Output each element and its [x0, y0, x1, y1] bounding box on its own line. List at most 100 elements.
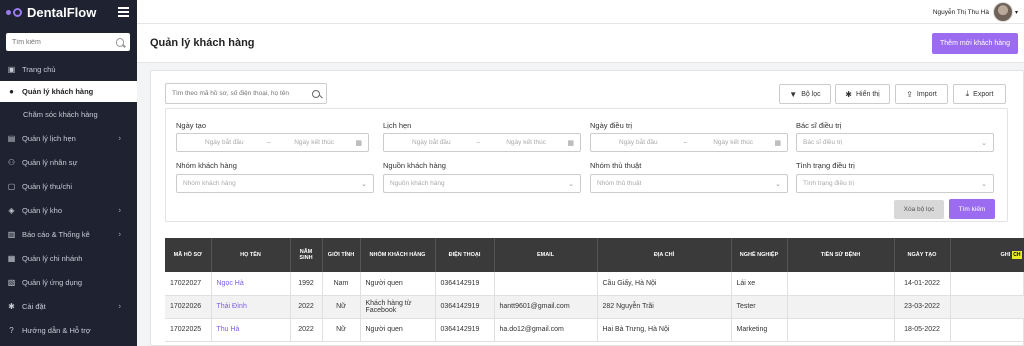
sidebar-item-lich-hen[interactable]: ▤ Quản lý lịch hẹn › — [0, 126, 137, 150]
date-start[interactable]: Ngày bắt đầu — [205, 139, 244, 146]
top-bar: Nguyễn Thị Thu Hà ▾ — [137, 0, 1024, 24]
cell-ho-ten-link[interactable]: Ngọc Hà — [211, 272, 291, 296]
user-icon: ● — [9, 87, 14, 96]
select-placeholder: Nguồn khách hàng — [390, 180, 445, 187]
calendar-icon[interactable]: ▦ — [774, 139, 781, 147]
avatar[interactable] — [992, 2, 1013, 22]
sidebar-item-quan-ly-khach-hang[interactable]: ● Quản lý khách hàng — [0, 81, 137, 102]
calendar-icon[interactable]: ▦ — [567, 139, 574, 147]
filter-label-nhom-tt: Nhóm thủ thuật — [590, 161, 642, 170]
menu-toggle-icon[interactable] — [118, 7, 129, 19]
select-tinh-trang[interactable]: Tình trạng điều trị ⌄ — [796, 174, 994, 193]
sidebar-item-chi-nhanh[interactable]: ▦ Quản lý chi nhánh — [0, 246, 137, 270]
sidebar-search-input[interactable] — [12, 38, 116, 46]
calendar-icon[interactable]: ▦ — [355, 139, 362, 147]
add-customer-button[interactable]: Thêm mới khách hàng — [932, 33, 1018, 54]
column-header[interactable]: GHI CH — [950, 238, 1024, 272]
display-button[interactable]: ✱ Hiển thị — [835, 84, 890, 104]
column-header[interactable]: NHÓM KHÁCH HÀNG — [360, 238, 436, 272]
table-row[interactable]: 17022026 Thái Đình 2022 Nữ Khách hàng từ… — [165, 295, 1024, 319]
sidebar-item-label: Quản lý ứng dụng — [22, 277, 83, 287]
cell-ghi-chu — [950, 272, 1024, 296]
filter-label-nhom-kh: Nhóm khách hàng — [176, 161, 237, 170]
search-button[interactable]: Tìm kiếm — [949, 199, 995, 219]
filter-label-tinh-trang: Tình trạng điều trị — [796, 161, 855, 170]
app-icon: ▧ — [7, 277, 16, 287]
select-nguon-kh[interactable]: Nguồn khách hàng ⌄ — [383, 174, 581, 193]
page-title: Quản lý khách hàng — [150, 37, 255, 49]
column-header[interactable]: NĂM SINH — [290, 238, 323, 272]
sidebar-item-trang-chu[interactable]: ▣ Trang chủ — [0, 57, 137, 81]
date-start[interactable]: Ngày bắt đầu — [619, 139, 658, 146]
sidebar-item-kho[interactable]: ◈ Quản lý kho › — [0, 198, 137, 222]
range-separator: – — [476, 139, 481, 146]
customer-search[interactable] — [165, 83, 327, 104]
cell-gioi-tinh: Nam — [322, 272, 361, 296]
column-header[interactable]: EMAIL — [494, 238, 598, 272]
sidebar-item-thu-chi[interactable]: ▢ Quản lý thu/chi — [0, 174, 137, 198]
select-nhom-kh[interactable]: Nhóm khách hàng ⌄ — [176, 174, 374, 193]
filter-button[interactable]: ▼ Bộ lọc — [779, 84, 831, 104]
date-range-ngay-dieu-tri[interactable]: Ngày bắt đầu – Ngày kết thúc ▦ — [590, 133, 788, 152]
column-header[interactable]: MÃ HỒ SƠ — [165, 238, 212, 272]
sidebar-item-ung-dung[interactable]: ▧ Quản lý ứng dụng — [0, 270, 137, 294]
user-name: Nguyễn Thị Thu Hà — [932, 8, 989, 16]
help-icon: ? — [9, 325, 14, 335]
column-header[interactable]: GIỚI TÍNH — [322, 238, 361, 272]
cell-dia-chi: 282 Nguyễn Trãi — [597, 295, 732, 319]
column-header[interactable]: HỌ TÊN — [211, 238, 291, 272]
chevron-down-icon[interactable]: ▾ — [1015, 9, 1018, 16]
sidebar-item-nhan-su[interactable]: ⚇ Quản lý nhân sự — [0, 150, 137, 174]
table-row[interactable]: 17022027 Ngọc Hà 1992 Nam Người quen 036… — [165, 272, 1024, 296]
app-logo[interactable]: DentalFlow — [0, 0, 137, 24]
sidebar-item-label: Trang chủ — [22, 64, 56, 74]
cell-tien-su — [787, 295, 895, 319]
reset-filter-button[interactable]: Xóa bộ lọc — [894, 200, 944, 219]
column-header[interactable]: ĐỊA CHỈ — [597, 238, 732, 272]
customer-search-input[interactable] — [172, 90, 312, 97]
cell-ngay-tao: 18-05-2022 — [894, 318, 951, 342]
cell-ma-ho-so: 17022025 — [165, 318, 212, 342]
page-header: Quản lý khách hàng Thêm mới khách hàng — [137, 24, 1024, 63]
date-end[interactable]: Ngày kết thúc — [294, 139, 334, 146]
sidebar-item-huong-dan[interactable]: ? Hướng dẫn & Hỗ trợ — [0, 318, 137, 342]
select-bac-si[interactable]: Bác sĩ điều trị ⌄ — [796, 133, 994, 152]
sidebar-item-cai-dat[interactable]: ✱ Cài đặt › — [0, 294, 137, 318]
sidebar-item-label: Quản lý lịch hẹn — [22, 133, 76, 143]
export-button[interactable]: ⤓ Export — [953, 84, 1006, 104]
wallet-icon: ▢ — [7, 181, 16, 191]
sidebar-search[interactable] — [6, 33, 130, 51]
export-icon: ⤓ — [965, 89, 970, 98]
sidebar-item-bao-cao[interactable]: ▥ Báo cáo & Thống kê › — [0, 222, 137, 246]
select-placeholder: Nhóm khách hàng — [183, 180, 236, 187]
column-header[interactable]: NGÀY TẠO — [894, 238, 951, 272]
cell-email — [494, 272, 598, 296]
import-button[interactable]: ⇪ Import — [895, 84, 948, 104]
chevron-down-icon: ⌄ — [981, 180, 987, 188]
date-end[interactable]: Ngày kết thúc — [506, 139, 546, 146]
import-button-label: Import — [916, 90, 937, 98]
sidebar-nav: ▣ Trang chủ ● Quản lý khách hàng Chăm sóc … — [0, 57, 137, 342]
chart-icon: ▥ — [7, 229, 16, 239]
column-header[interactable]: TIỀN SỬ BỆNH — [787, 238, 895, 272]
cell-ho-ten-link[interactable]: Thu Hà — [211, 318, 291, 342]
column-header-label: GHI — [1000, 252, 1011, 258]
cell-nhom-kh: Người quen — [360, 272, 436, 296]
cell-ma-ho-so: 17022026 — [165, 295, 212, 319]
cell-ho-ten-link[interactable]: Thái Đình — [211, 295, 291, 319]
date-range-lich-hen[interactable]: Ngày bắt đầu – Ngày kết thúc ▦ — [383, 133, 581, 152]
search-icon[interactable] — [115, 37, 124, 47]
table-row[interactable]: 17022025 Thu Hà 2022 Nữ Người quen 03641… — [165, 318, 1024, 342]
filter-label-lich-hen: Lịch hẹn — [383, 121, 412, 130]
sidebar-item-cham-soc-khach-hang[interactable]: Chăm sóc khách hàng — [0, 102, 137, 126]
search-icon[interactable] — [312, 89, 320, 98]
date-end[interactable]: Ngày kết thúc — [713, 139, 753, 146]
column-header[interactable]: NGHỀ NGHIỆP — [731, 238, 788, 272]
date-start[interactable]: Ngày bắt đầu — [412, 139, 451, 146]
user-menu[interactable]: Nguyễn Thị Thu Hà ▾ — [933, 2, 1018, 22]
date-range-ngay-tao[interactable]: Ngày bắt đầu – Ngày kết thúc ▦ — [176, 133, 369, 152]
column-header[interactable]: ĐIỆN THOẠI — [435, 238, 495, 272]
calendar-icon: ▤ — [7, 133, 16, 143]
select-nhom-tt[interactable]: Nhóm thủ thuật ⌄ — [590, 174, 788, 193]
cell-nghe-nghiep: Marketing — [731, 318, 788, 342]
